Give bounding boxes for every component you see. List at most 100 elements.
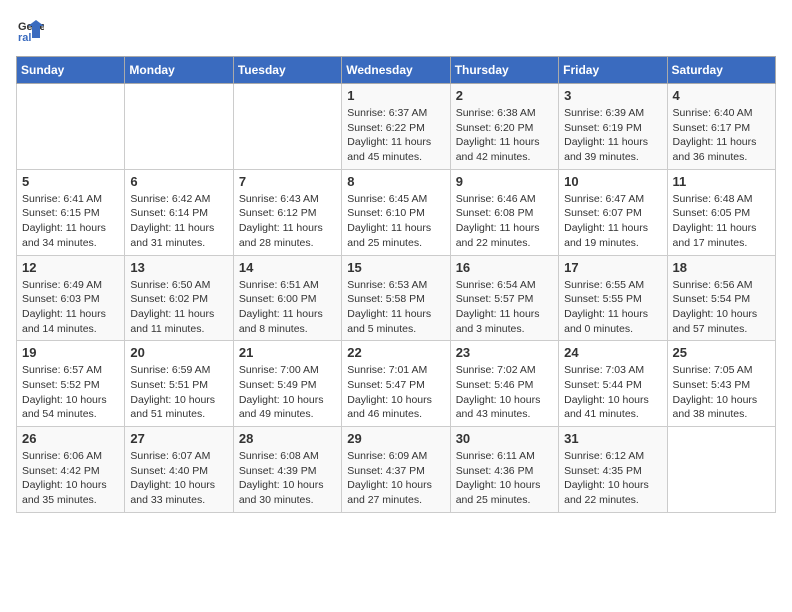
calendar-cell — [125, 84, 233, 170]
calendar-cell: 18 Sunrise: 6:56 AM Sunset: 5:54 PM Dayli… — [667, 255, 775, 341]
calendar-body: 1 Sunrise: 6:37 AM Sunset: 6:22 PM Daylig… — [17, 84, 776, 513]
calendar-cell: 30Sunrise: 6:11 AM Sunset: 4:36 PM Dayli… — [450, 427, 558, 513]
day-info: Sunrise: 6:53 AM Sunset: 5:58 PM Dayligh… — [347, 278, 444, 337]
logo-icon: Gene ral — [16, 16, 44, 44]
calendar-cell: 13Sunrise: 6:50 AM Sunset: 6:02 PM Dayli… — [125, 255, 233, 341]
day-number: 2 — [456, 88, 553, 103]
calendar-cell: 9 Sunrise: 6:46 AM Sunset: 6:08 PM Daylig… — [450, 169, 558, 255]
calendar-cell: 5 Sunrise: 6:41 AM Sunset: 6:15 PM Daylig… — [17, 169, 125, 255]
day-info: Sunrise: 6:07 AM Sunset: 4:40 PM Dayligh… — [130, 449, 227, 508]
calendar-cell: 29Sunrise: 6:09 AM Sunset: 4:37 PM Dayli… — [342, 427, 450, 513]
page-header: Gene ral — [16, 16, 776, 44]
day-header-tuesday: Tuesday — [233, 57, 341, 84]
day-number: 10 — [564, 174, 661, 189]
day-number: 16 — [456, 260, 553, 275]
day-info: Sunrise: 6:51 AM Sunset: 6:00 PM Dayligh… — [239, 278, 336, 337]
calendar-cell — [233, 84, 341, 170]
day-number: 19 — [22, 345, 119, 360]
calendar-cell: 17 Sunrise: 6:55 AM Sunset: 5:55 PM Dayli… — [559, 255, 667, 341]
day-number: 25 — [673, 345, 770, 360]
day-number: 31 — [564, 431, 661, 446]
calendar-cell: 1 Sunrise: 6:37 AM Sunset: 6:22 PM Daylig… — [342, 84, 450, 170]
calendar-cell: 31 Sunrise: 6:12 AM Sunset: 4:35 PM Dayli… — [559, 427, 667, 513]
day-number: 9 — [456, 174, 553, 189]
day-info: Sunrise: 6:55 AM Sunset: 5:55 PM Dayligh… — [564, 278, 661, 337]
day-info: Sunrise: 6:57 AM Sunset: 5:52 PM Dayligh… — [22, 363, 119, 422]
day-number: 21 — [239, 345, 336, 360]
day-info: Sunrise: 6:46 AM Sunset: 6:08 PM Dayligh… — [456, 192, 553, 251]
day-number: 11 — [673, 174, 770, 189]
day-number: 20 — [130, 345, 227, 360]
calendar-cell: 8 Sunrise: 6:45 AM Sunset: 6:10 PM Daylig… — [342, 169, 450, 255]
calendar-week-2: 5 Sunrise: 6:41 AM Sunset: 6:15 PM Daylig… — [17, 169, 776, 255]
day-header-monday: Monday — [125, 57, 233, 84]
day-info: Sunrise: 6:43 AM Sunset: 6:12 PM Dayligh… — [239, 192, 336, 251]
day-header-wednesday: Wednesday — [342, 57, 450, 84]
calendar-cell: 7 Sunrise: 6:43 AM Sunset: 6:12 PM Daylig… — [233, 169, 341, 255]
day-number: 12 — [22, 260, 119, 275]
calendar-cell: 19 Sunrise: 6:57 AM Sunset: 5:52 PM Dayli… — [17, 341, 125, 427]
day-number: 8 — [347, 174, 444, 189]
day-number: 3 — [564, 88, 661, 103]
day-number: 28 — [239, 431, 336, 446]
day-number: 4 — [673, 88, 770, 103]
day-info: Sunrise: 6:59 AM Sunset: 5:51 PM Dayligh… — [130, 363, 227, 422]
calendar-cell — [667, 427, 775, 513]
day-info: Sunrise: 6:41 AM Sunset: 6:15 PM Dayligh… — [22, 192, 119, 251]
calendar-cell: 11 Sunrise: 6:48 AM Sunset: 6:05 PM Dayli… — [667, 169, 775, 255]
day-info: Sunrise: 6:12 AM Sunset: 4:35 PM Dayligh… — [564, 449, 661, 508]
day-number: 7 — [239, 174, 336, 189]
day-number: 5 — [22, 174, 119, 189]
calendar-week-5: 26 Sunrise: 6:06 AM Sunset: 4:42 PM Dayli… — [17, 427, 776, 513]
day-header-thursday: Thursday — [450, 57, 558, 84]
day-info: Sunrise: 6:45 AM Sunset: 6:10 PM Dayligh… — [347, 192, 444, 251]
day-info: Sunrise: 6:40 AM Sunset: 6:17 PM Dayligh… — [673, 106, 770, 165]
calendar-cell: 3Sunrise: 6:39 AM Sunset: 6:19 PM Daylig… — [559, 84, 667, 170]
calendar-cell: 14 Sunrise: 6:51 AM Sunset: 6:00 PM Dayli… — [233, 255, 341, 341]
day-number: 17 — [564, 260, 661, 275]
day-info: Sunrise: 6:38 AM Sunset: 6:20 PM Dayligh… — [456, 106, 553, 165]
day-number: 6 — [130, 174, 227, 189]
day-number: 13 — [130, 260, 227, 275]
calendar-cell: 20 Sunrise: 6:59 AM Sunset: 5:51 PM Dayli… — [125, 341, 233, 427]
day-info: Sunrise: 7:05 AM Sunset: 5:43 PM Dayligh… — [673, 363, 770, 422]
day-number: 26 — [22, 431, 119, 446]
day-info: Sunrise: 7:02 AM Sunset: 5:46 PM Dayligh… — [456, 363, 553, 422]
day-info: Sunrise: 6:42 AM Sunset: 6:14 PM Dayligh… — [130, 192, 227, 251]
day-info: Sunrise: 6:49 AM Sunset: 6:03 PM Dayligh… — [22, 278, 119, 337]
day-number: 29 — [347, 431, 444, 446]
calendar-cell: 16 Sunrise: 6:54 AM Sunset: 5:57 PM Dayli… — [450, 255, 558, 341]
day-number: 18 — [673, 260, 770, 275]
day-info: Sunrise: 6:11 AM Sunset: 4:36 PM Dayligh… — [456, 449, 553, 508]
day-info: Sunrise: 6:48 AM Sunset: 6:05 PM Dayligh… — [673, 192, 770, 251]
svg-text:ral: ral — [18, 32, 31, 44]
day-header-sunday: Sunday — [17, 57, 125, 84]
calendar-cell: 25 Sunrise: 7:05 AM Sunset: 5:43 PM Dayli… — [667, 341, 775, 427]
day-number: 15 — [347, 260, 444, 275]
calendar-week-3: 12 Sunrise: 6:49 AM Sunset: 6:03 PM Dayli… — [17, 255, 776, 341]
day-header-saturday: Saturday — [667, 57, 775, 84]
calendar-week-1: 1 Sunrise: 6:37 AM Sunset: 6:22 PM Daylig… — [17, 84, 776, 170]
calendar-table: SundayMondayTuesdayWednesdayThursdayFrid… — [16, 56, 776, 513]
day-info: Sunrise: 6:56 AM Sunset: 5:54 PM Dayligh… — [673, 278, 770, 337]
calendar-cell: 2 Sunrise: 6:38 AM Sunset: 6:20 PM Daylig… — [450, 84, 558, 170]
day-number: 24 — [564, 345, 661, 360]
day-info: Sunrise: 6:54 AM Sunset: 5:57 PM Dayligh… — [456, 278, 553, 337]
calendar-cell: 26 Sunrise: 6:06 AM Sunset: 4:42 PM Dayli… — [17, 427, 125, 513]
calendar-cell: 15 Sunrise: 6:53 AM Sunset: 5:58 PM Dayli… — [342, 255, 450, 341]
day-info: Sunrise: 6:08 AM Sunset: 4:39 PM Dayligh… — [239, 449, 336, 508]
calendar-header-row: SundayMondayTuesdayWednesdayThursdayFrid… — [17, 57, 776, 84]
calendar-cell: 4 Sunrise: 6:40 AM Sunset: 6:17 PM Daylig… — [667, 84, 775, 170]
logo: Gene ral — [16, 16, 48, 44]
day-number: 22 — [347, 345, 444, 360]
day-info: Sunrise: 6:47 AM Sunset: 6:07 PM Dayligh… — [564, 192, 661, 251]
day-info: Sunrise: 7:03 AM Sunset: 5:44 PM Dayligh… — [564, 363, 661, 422]
calendar-cell: 24 Sunrise: 7:03 AM Sunset: 5:44 PM Dayli… — [559, 341, 667, 427]
day-number: 1 — [347, 88, 444, 103]
calendar-week-4: 19 Sunrise: 6:57 AM Sunset: 5:52 PM Dayli… — [17, 341, 776, 427]
day-number: 14 — [239, 260, 336, 275]
day-number: 27 — [130, 431, 227, 446]
day-info: Sunrise: 6:06 AM Sunset: 4:42 PM Dayligh… — [22, 449, 119, 508]
calendar-cell: 21Sunrise: 7:00 AM Sunset: 5:49 PM Dayli… — [233, 341, 341, 427]
day-info: Sunrise: 6:37 AM Sunset: 6:22 PM Dayligh… — [347, 106, 444, 165]
